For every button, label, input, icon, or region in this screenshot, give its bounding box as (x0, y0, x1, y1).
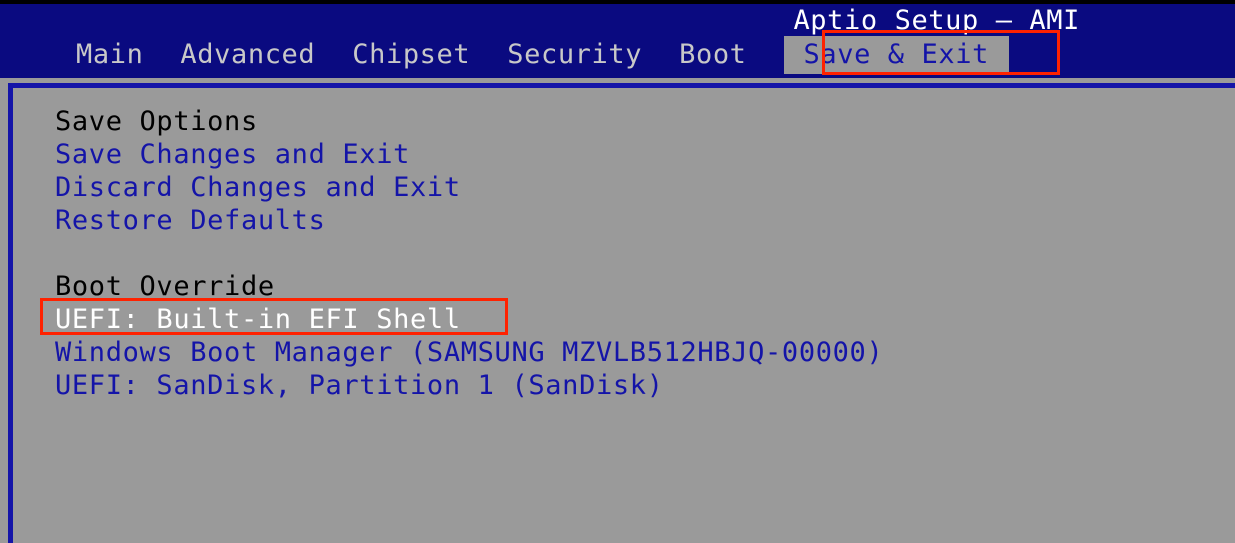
section-heading-save-options: Save Options (55, 106, 258, 137)
menu-item-save-changes-and-exit[interactable]: Save Changes and Exit (55, 138, 1175, 171)
menu-item-discard-changes-and-exit[interactable]: Discard Changes and Exit (55, 171, 1175, 204)
tab-boot[interactable]: Boot (679, 36, 746, 74)
settings-list: Save Options Save Changes and Exit Disca… (55, 105, 1175, 402)
tab-chipset[interactable]: Chipset (352, 36, 470, 74)
menu-item-restore-defaults[interactable]: Restore Defaults (55, 204, 1175, 237)
tab-advanced[interactable]: Advanced (180, 36, 315, 74)
page-title: Aptio Setup – AMI (793, 5, 1080, 36)
tab-security[interactable]: Security (507, 36, 642, 74)
menu-item-uefi-sandisk-partition-1[interactable]: UEFI: SanDisk, Partition 1 (SanDisk) (55, 369, 1175, 402)
menu-item-windows-boot-manager[interactable]: Windows Boot Manager (SAMSUNG MZVLB512HB… (55, 336, 1175, 369)
tab-save-and-exit[interactable]: Save & Exit (783, 36, 1009, 74)
section-heading-boot-override: Boot Override (55, 271, 275, 302)
tab-main[interactable]: Main (76, 36, 143, 74)
menu-item-uefi-built-in-efi-shell[interactable]: UEFI: Built-in EFI Shell (55, 303, 1175, 336)
menu-tab-bar: Main Advanced Chipset Security Boot Save & Ex… (0, 36, 1235, 74)
bios-setup-screen: Aptio Setup – AMI Main Advanced Chipset Sec… (0, 0, 1235, 543)
